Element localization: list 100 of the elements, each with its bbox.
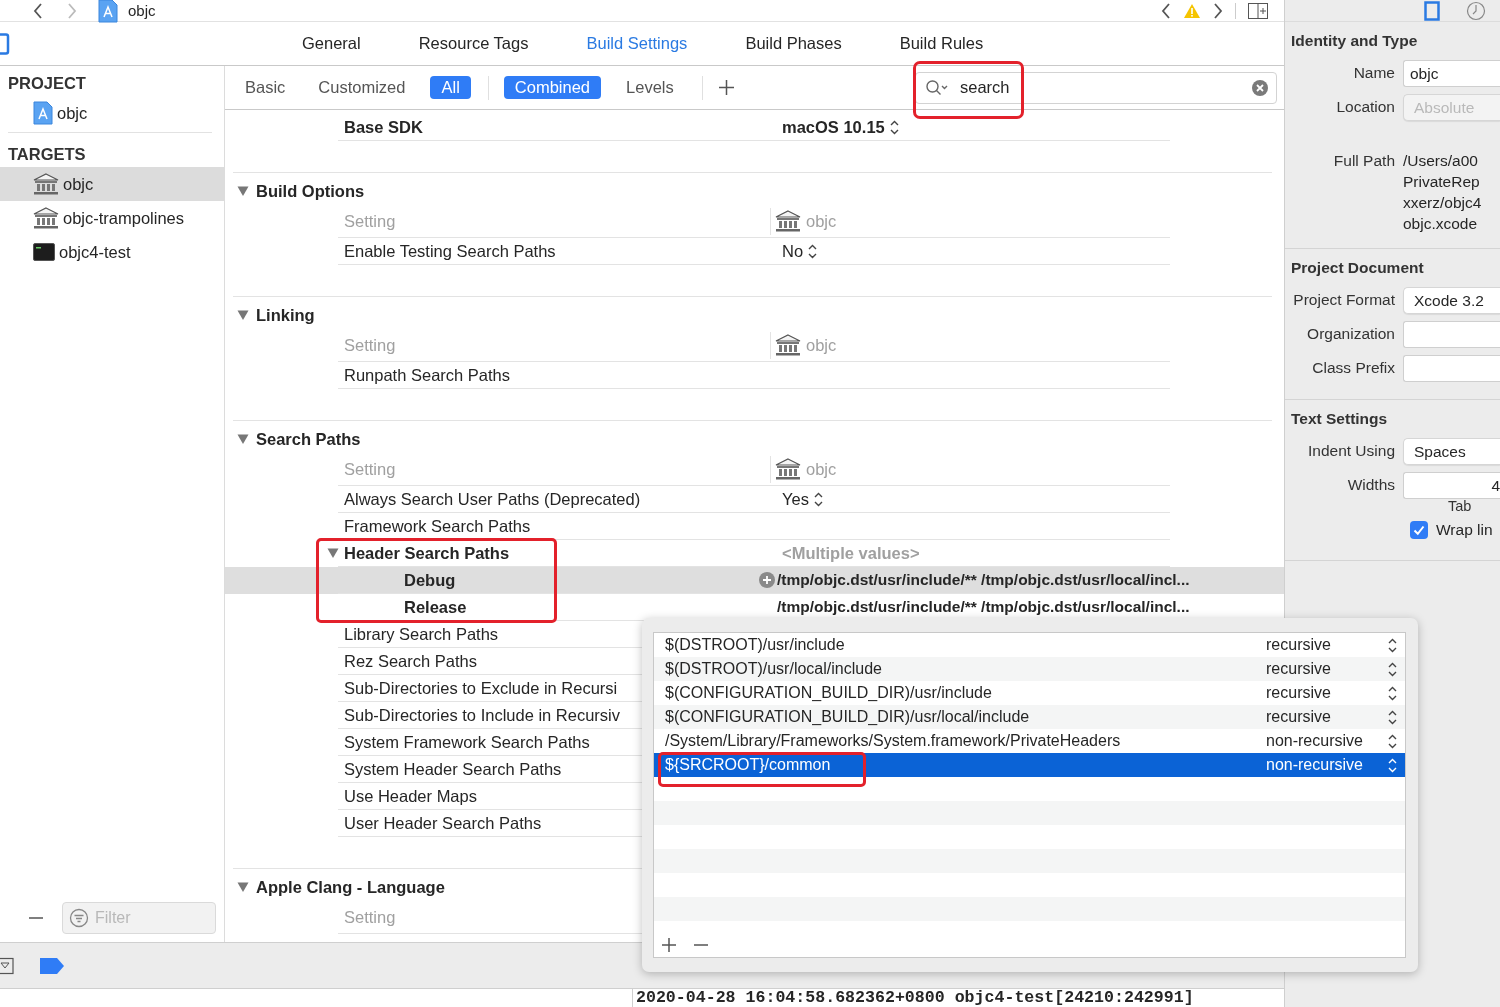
field-label: Class Prefix <box>1311 359 1396 377</box>
app-icon <box>33 101 53 125</box>
field-label: Name <box>1352 64 1396 82</box>
scope-button[interactable]: All <box>430 76 471 99</box>
popup-button[interactable]: Xcode 3.2 <box>1403 286 1500 314</box>
add-path-button[interactable] <box>661 937 677 953</box>
setting-value: /tmp/objc.dst/usr/include/** /tmp/objc.dst/usr/local/incl... <box>777 598 1190 616</box>
search-icon <box>925 78 949 97</box>
setting-name: Always Search User Paths (Deprecated) <box>343 489 641 509</box>
setting-name: Enable Testing Search Paths <box>343 241 556 261</box>
column-header: Setting <box>343 459 396 479</box>
building-icon <box>775 334 801 356</box>
editor-tab[interactable]: Build Rules <box>899 34 984 53</box>
setting-name: Sub-Directories to Exclude in Recursi <box>343 678 618 698</box>
item-label: objc-trampolines <box>63 208 185 228</box>
field-label: Organization <box>1306 325 1396 343</box>
popup-button[interactable]: recursive <box>1266 708 1405 726</box>
scope-button[interactable]: Basic <box>237 76 294 99</box>
checkbox-label: Wrap lin <box>1436 521 1493 539</box>
disclosure-triangle-icon[interactable] <box>237 881 249 893</box>
field-label: Indent Using <box>1306 442 1396 460</box>
breakpoint-icon[interactable] <box>40 957 64 974</box>
setting-name: Rez Search Paths <box>343 651 477 671</box>
sidebar-toggle-icon[interactable] <box>0 32 10 55</box>
path-line: /Users/a00 <box>1403 151 1479 171</box>
path-row[interactable]: ${SRCROOT}/common non-recursive <box>654 753 1405 777</box>
hide-debug-area-icon[interactable] <box>0 956 14 975</box>
setting-name: Base SDK <box>343 117 423 137</box>
column-header: Setting <box>343 907 396 927</box>
file-inspector-icon[interactable] <box>1424 0 1440 21</box>
path-cell-text: /System/Library/Frameworks/System.framework/PrivateHeaders <box>664 732 1122 750</box>
editor-tab[interactable]: Build Settings <box>586 34 688 53</box>
editor-tab[interactable]: Build Phases <box>745 34 842 53</box>
popup-button[interactable]: Yes <box>782 489 823 509</box>
editor-tab[interactable]: Resource Tags <box>418 34 529 53</box>
clear-icon[interactable] <box>1252 79 1268 96</box>
group-header: TARGETS <box>7 144 87 165</box>
popup-button[interactable]: non-recursive <box>1266 756 1405 774</box>
disclosure-triangle-icon[interactable] <box>237 433 249 445</box>
navigator-item[interactable]: objc-trampolines <box>0 201 224 235</box>
path-row[interactable]: /System/Library/Frameworks/System.framework/PrivateHeaders non-recursive <box>654 729 1405 753</box>
popup-button[interactable]: No <box>782 241 818 261</box>
text-field[interactable]: 4 <box>1403 471 1500 499</box>
setting-name: System Framework Search Paths <box>343 732 590 752</box>
back-button[interactable] <box>33 2 43 19</box>
popup-button[interactable]: recursive <box>1266 684 1405 702</box>
field-label: Project Format <box>1292 291 1396 309</box>
item-label: objc4-test <box>59 242 131 262</box>
history-icon[interactable] <box>1466 0 1486 21</box>
disclosure-triangle-icon[interactable] <box>237 185 249 197</box>
navigator-item[interactable]: objc4-test <box>0 235 224 269</box>
view-button[interactable]: Levels <box>618 76 682 99</box>
popup-button[interactable]: recursive <box>1266 660 1405 678</box>
scope-button[interactable]: Customized <box>310 76 414 99</box>
setting-name: Library Search Paths <box>343 624 499 644</box>
previous-issue-button[interactable] <box>1161 2 1171 19</box>
path-row[interactable]: $(DSTROOT)/usr/local/include recursive <box>654 657 1405 681</box>
path-line: xxerz/objc4 <box>1403 193 1482 213</box>
view-button[interactable]: Combined <box>503 76 602 99</box>
editor-tab[interactable]: General <box>302 34 361 53</box>
building-icon <box>775 210 801 232</box>
group-header: PROJECT <box>7 73 87 94</box>
configuration-row[interactable]: Debug /tmp/objc.dst/usr/include/** /tmp/objc.dst/usr/local/incl... <box>225 567 1284 594</box>
path-cell-text: $(DSTROOT)/usr/local/include <box>664 660 883 678</box>
path-row[interactable]: $(CONFIGURATION_BUILD_DIR)/usr/local/include recursive <box>654 705 1405 729</box>
filter-icon <box>69 908 89 928</box>
field-label: Location <box>1335 98 1396 116</box>
next-issue-button[interactable] <box>1213 2 1223 19</box>
add-value-icon[interactable] <box>759 572 775 588</box>
building-icon <box>33 173 59 195</box>
column-header: objc <box>806 211 837 231</box>
add-setting-button[interactable] <box>717 79 735 96</box>
disclosure-triangle-icon[interactable] <box>327 547 339 559</box>
text-field[interactable] <box>1403 354 1500 382</box>
path-row[interactable]: $(DSTROOT)/usr/include recursive <box>654 633 1405 657</box>
popup-button[interactable]: Spaces <box>1403 437 1500 465</box>
stepper-icon <box>1388 709 1397 725</box>
add-editor-icon[interactable] <box>1248 2 1268 19</box>
setting-name: Use Header Maps <box>343 786 477 806</box>
filter-field[interactable]: Filter <box>62 902 216 934</box>
checkbox[interactable] <box>1410 521 1428 539</box>
navigator-item[interactable]: objc <box>0 96 224 130</box>
field-caption: Tab <box>1447 498 1473 514</box>
popup-button[interactable]: macOS 10.15 <box>782 117 899 137</box>
stepper-icon <box>1388 757 1397 773</box>
popup-button[interactable]: non-recursive <box>1266 732 1405 750</box>
text-field[interactable]: objc <box>1403 59 1500 87</box>
building-icon <box>33 207 59 229</box>
path-row[interactable]: $(CONFIGURATION_BUILD_DIR)/usr/include recursive <box>654 681 1405 705</box>
setting-value: /tmp/objc.dst/usr/include/** /tmp/objc.dst/usr/local/incl... <box>777 571 1190 589</box>
search-field[interactable]: search <box>915 71 1277 104</box>
stepper-icon <box>889 119 899 135</box>
text-field[interactable] <box>1403 320 1500 348</box>
navigator-item[interactable]: objc <box>0 167 224 201</box>
popup-button[interactable]: recursive <box>1266 636 1405 654</box>
disclosure-triangle-icon[interactable] <box>237 309 249 321</box>
setting-name: Runpath Search Paths <box>343 365 511 385</box>
console-output: 2020-04-28 16:04:58.682362+0800 objc4-test[24210:242991] <box>632 989 1194 1007</box>
section-title: Apple Clang - Language <box>256 877 445 897</box>
setting-name: Sub-Directories to Include in Recursiv <box>343 705 621 725</box>
